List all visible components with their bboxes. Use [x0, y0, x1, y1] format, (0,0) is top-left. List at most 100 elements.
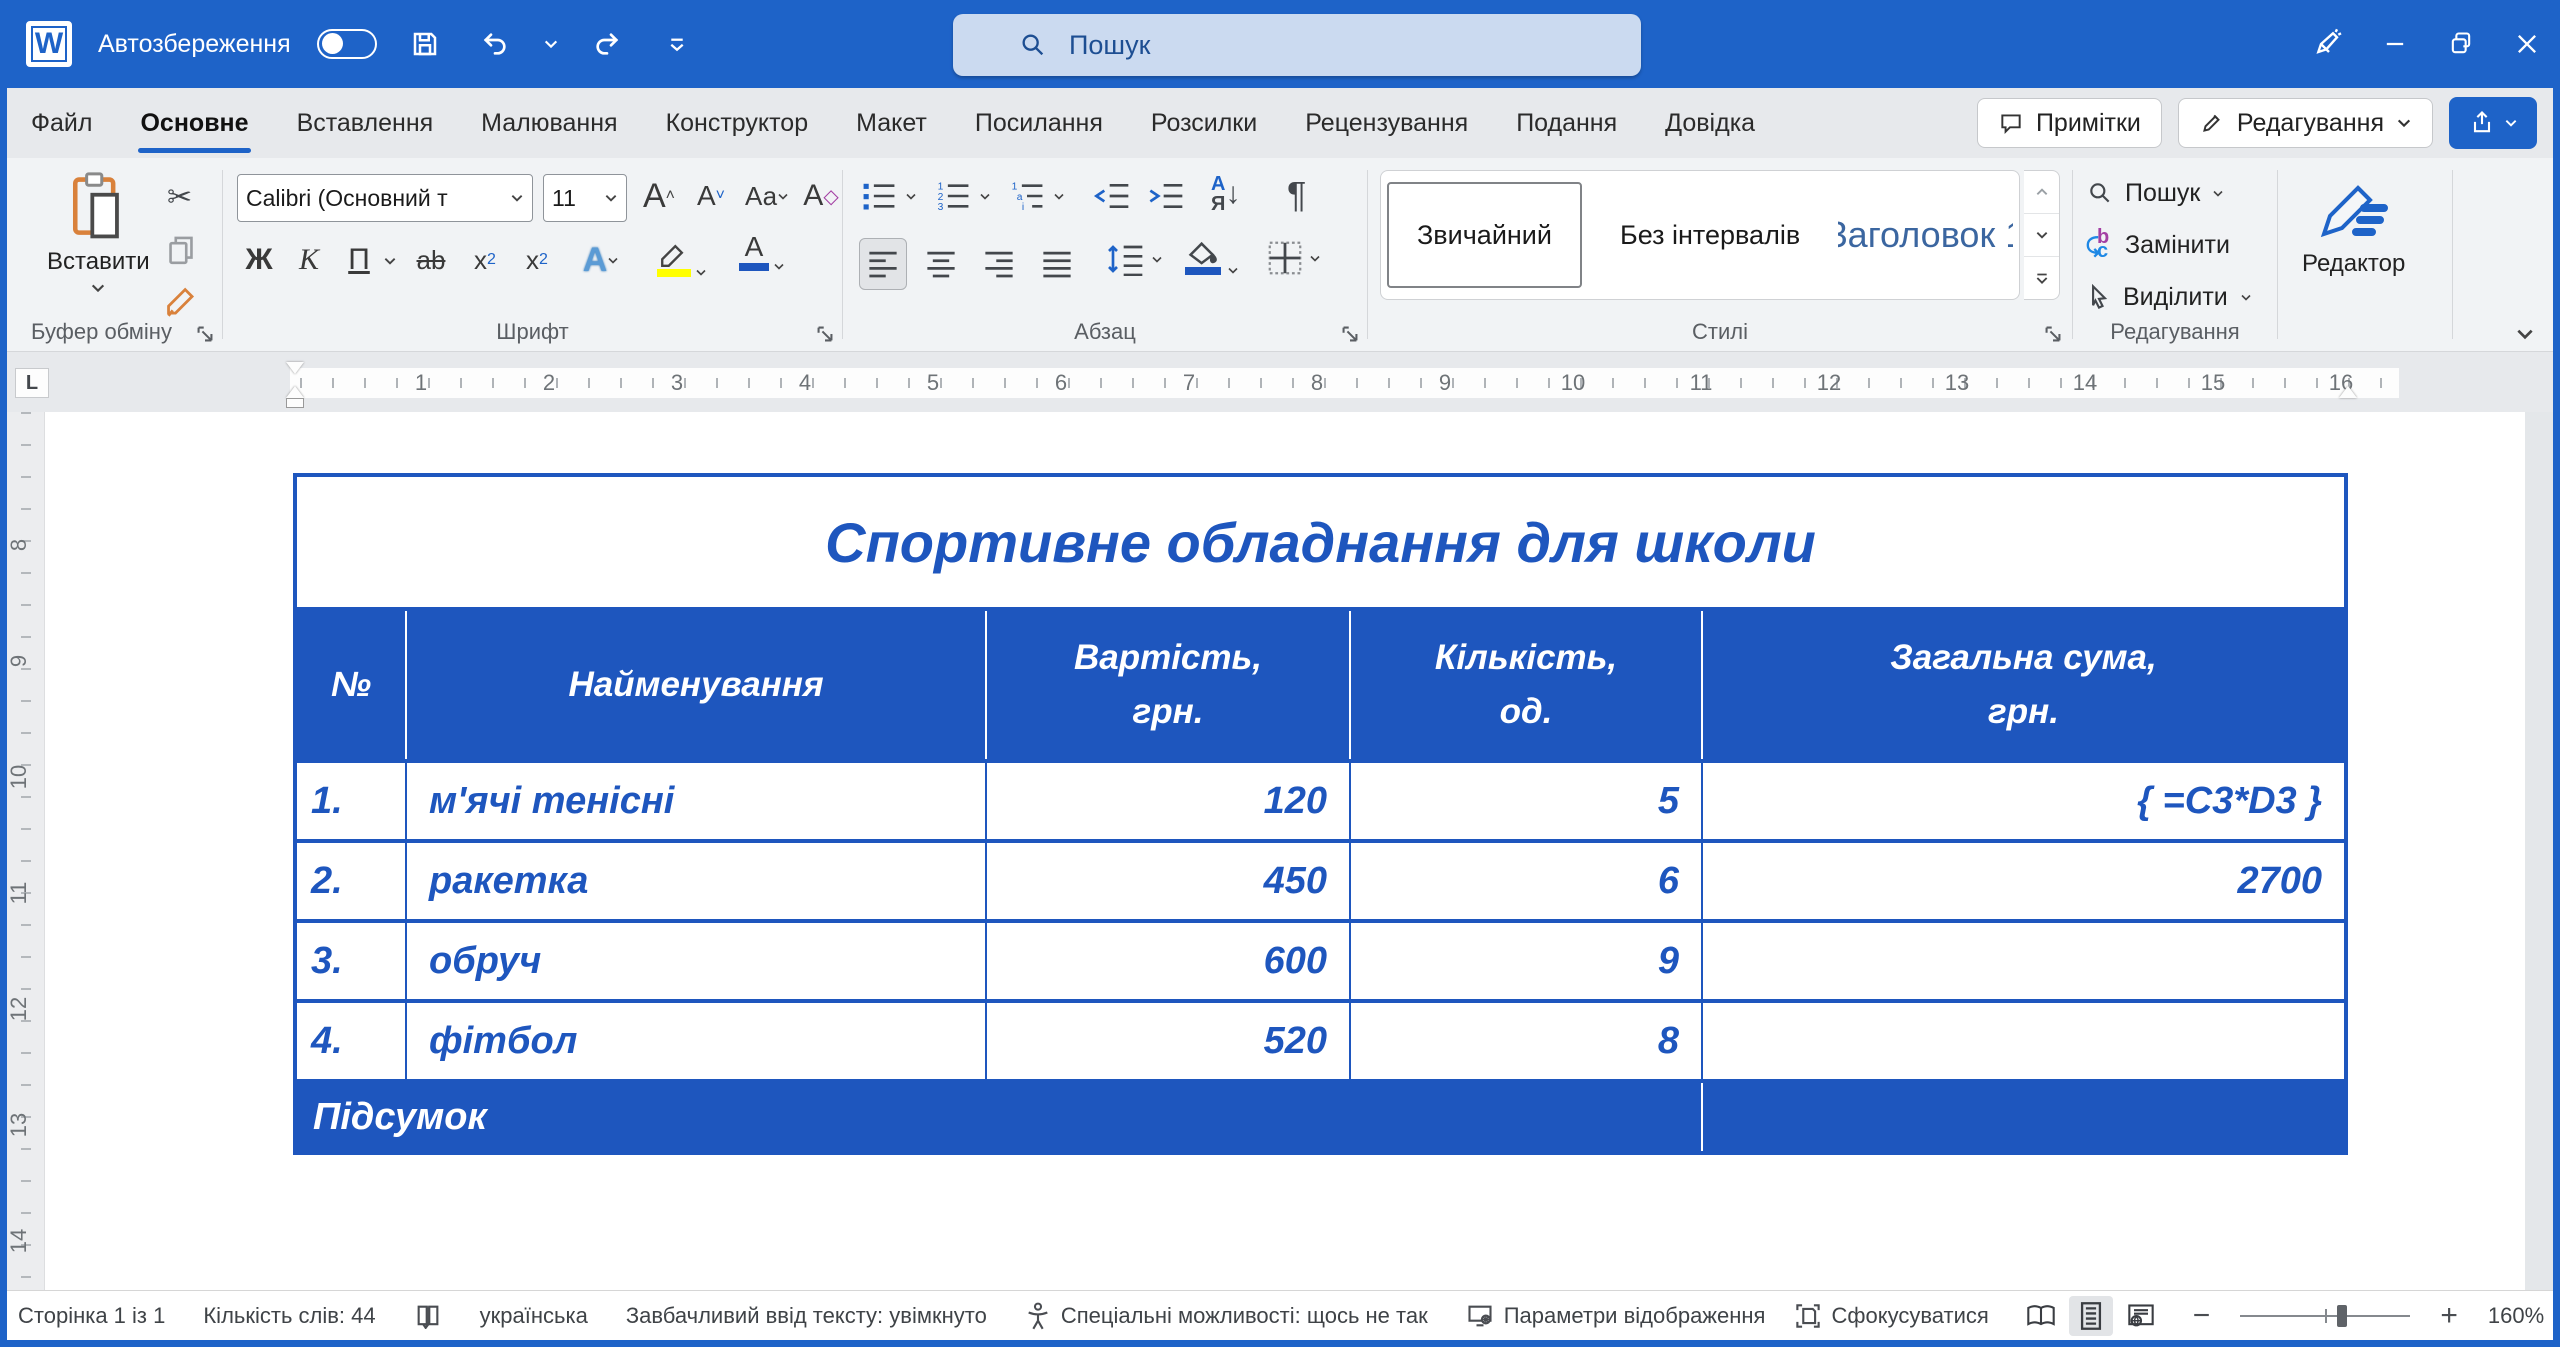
tab-draw[interactable]: Малювання: [457, 88, 641, 158]
first-line-indent-marker[interactable]: [286, 362, 304, 374]
find-button[interactable]: Пошук: [2087, 168, 2224, 218]
zoom-slider-thumb[interactable]: [2337, 1305, 2347, 1327]
font-size-select[interactable]: 11: [543, 174, 627, 222]
tab-design[interactable]: Конструктор: [642, 88, 833, 158]
paragraph-marks-button[interactable]: ¶: [1287, 174, 1306, 216]
customize-quick-access-button[interactable]: [655, 22, 699, 66]
minimize-button[interactable]: [2362, 0, 2428, 88]
cut-button[interactable]: ✂: [167, 180, 192, 215]
justify-button[interactable]: [1033, 238, 1081, 290]
tab-insert[interactable]: Вставлення: [273, 88, 458, 158]
font-name-select[interactable]: Calibri (Основний т: [237, 174, 533, 222]
cell-price[interactable]: 520: [987, 1003, 1349, 1079]
web-layout-button[interactable]: [2119, 1296, 2163, 1336]
clear-formatting-button[interactable]: А◇: [799, 172, 843, 220]
style-normal[interactable]: Звичайний: [1387, 182, 1582, 288]
subscript-button[interactable]: x2: [463, 236, 507, 284]
cell-number[interactable]: 4.: [297, 1003, 405, 1079]
tab-mailings[interactable]: Розсилки: [1127, 88, 1281, 158]
print-layout-button[interactable]: [2069, 1296, 2113, 1336]
shading-button[interactable]: [1185, 238, 1239, 275]
align-right-button[interactable]: [975, 238, 1023, 290]
underline-button[interactable]: П: [337, 236, 381, 284]
tab-layout[interactable]: Макет: [832, 88, 951, 158]
styles-scroll-up-button[interactable]: [2024, 171, 2059, 213]
font-dialog-launcher-icon[interactable]: [816, 325, 834, 343]
page-count[interactable]: Сторінка 1 із 1: [18, 1303, 165, 1329]
display-options-button[interactable]: Параметри відображення: [1466, 1303, 1766, 1329]
undo-button[interactable]: [473, 22, 517, 66]
proofing-button[interactable]: [414, 1303, 442, 1329]
borders-button[interactable]: [1267, 240, 1321, 276]
superscript-button[interactable]: x2: [515, 236, 559, 284]
bullets-button[interactable]: [861, 180, 917, 212]
search-box[interactable]: Пошук: [953, 14, 1641, 76]
cell-name[interactable]: м'ячі тенісні: [407, 763, 985, 839]
cell-qty[interactable]: 5: [1351, 763, 1701, 839]
footer-total-cell[interactable]: [1703, 1083, 2344, 1151]
comments-button[interactable]: Примітки: [1977, 98, 2162, 148]
change-case-button[interactable]: Аа: [745, 172, 789, 220]
paragraph-dialog-launcher-icon[interactable]: [1341, 325, 1359, 343]
highlight-button[interactable]: [657, 240, 707, 277]
cell-number[interactable]: 3.: [297, 923, 405, 999]
header-cell-number[interactable]: №: [297, 611, 405, 759]
grow-font-button[interactable]: А˄: [637, 172, 681, 220]
style-heading1[interactable]: Заголовок 1: [1838, 182, 2013, 288]
align-center-button[interactable]: [917, 238, 965, 290]
font-color-button[interactable]: А: [739, 232, 785, 271]
save-button[interactable]: [403, 22, 447, 66]
strikethrough-button[interactable]: ab: [409, 236, 453, 284]
header-cell-total[interactable]: Загальна сума,грн.: [1703, 611, 2344, 759]
cell-price[interactable]: 450: [987, 843, 1349, 919]
line-spacing-button[interactable]: [1105, 242, 1163, 276]
zoom-in-button[interactable]: +: [2440, 1299, 2458, 1333]
editor-button[interactable]: Редактор: [2302, 176, 2405, 278]
tab-help[interactable]: Довідка: [1641, 88, 1779, 158]
word-count[interactable]: Кількість слів: 44: [203, 1303, 375, 1329]
clipboard-dialog-launcher-icon[interactable]: [196, 325, 214, 343]
cell-name[interactable]: обруч: [407, 923, 985, 999]
left-indent-marker[interactable]: [287, 399, 303, 407]
right-indent-marker[interactable]: [2339, 386, 2357, 398]
language-button[interactable]: українська: [480, 1303, 588, 1329]
footer-label-cell[interactable]: Підсумок: [297, 1083, 1701, 1151]
cell-price[interactable]: 600: [987, 923, 1349, 999]
increase-indent-button[interactable]: [1145, 180, 1185, 212]
cell-total[interactable]: [1703, 1003, 2344, 1079]
zoom-slider[interactable]: [2240, 1296, 2410, 1336]
cell-qty[interactable]: 6: [1351, 843, 1701, 919]
align-left-button[interactable]: [859, 238, 907, 290]
underline-dropdown-icon[interactable]: [383, 256, 397, 266]
shrink-font-button[interactable]: А˅: [689, 172, 733, 220]
header-cell-name[interactable]: Найменування: [407, 611, 985, 759]
header-cell-price[interactable]: Вартість,грн.: [987, 611, 1349, 759]
hanging-indent-marker[interactable]: [286, 386, 304, 398]
cell-name[interactable]: ракетка: [407, 843, 985, 919]
predictive-text[interactable]: Завбачливий ввід тексту: увімкнуто: [626, 1303, 987, 1329]
text-effects-button[interactable]: А: [579, 236, 623, 284]
cell-number[interactable]: 1.: [297, 763, 405, 839]
tab-file[interactable]: Файл: [7, 88, 116, 158]
styles-scroll-down-button[interactable]: [2024, 213, 2059, 257]
format-painter-button[interactable]: [163, 284, 199, 320]
header-cell-qty[interactable]: Кількість,од.: [1351, 611, 1701, 759]
copy-button[interactable]: [165, 234, 197, 268]
table-title-cell[interactable]: Спортивне обладнання для школи: [297, 477, 2344, 607]
tab-stop-selector[interactable]: L: [15, 368, 49, 398]
share-button[interactable]: [2449, 97, 2537, 149]
cell-number[interactable]: 2.: [297, 843, 405, 919]
autosave-toggle[interactable]: [317, 29, 377, 59]
styles-more-button[interactable]: [2024, 257, 2059, 299]
tab-home[interactable]: Основне: [116, 88, 272, 158]
document-page[interactable]: Спортивне обладнання для школи № Наймену…: [45, 412, 2525, 1290]
cell-price[interactable]: 120: [987, 763, 1349, 839]
collapse-ribbon-button[interactable]: [2515, 327, 2535, 341]
decrease-indent-button[interactable]: [1091, 180, 1131, 212]
cell-total-formula[interactable]: { =C3*D3 }: [1703, 763, 2344, 839]
zoom-level[interactable]: 160%: [2488, 1303, 2544, 1329]
read-mode-button[interactable]: [2019, 1296, 2063, 1336]
close-button[interactable]: [2494, 0, 2560, 88]
sort-button[interactable]: АЯ ↓: [1211, 174, 1240, 214]
replace-button[interactable]: b c Замінити: [2087, 220, 2230, 270]
